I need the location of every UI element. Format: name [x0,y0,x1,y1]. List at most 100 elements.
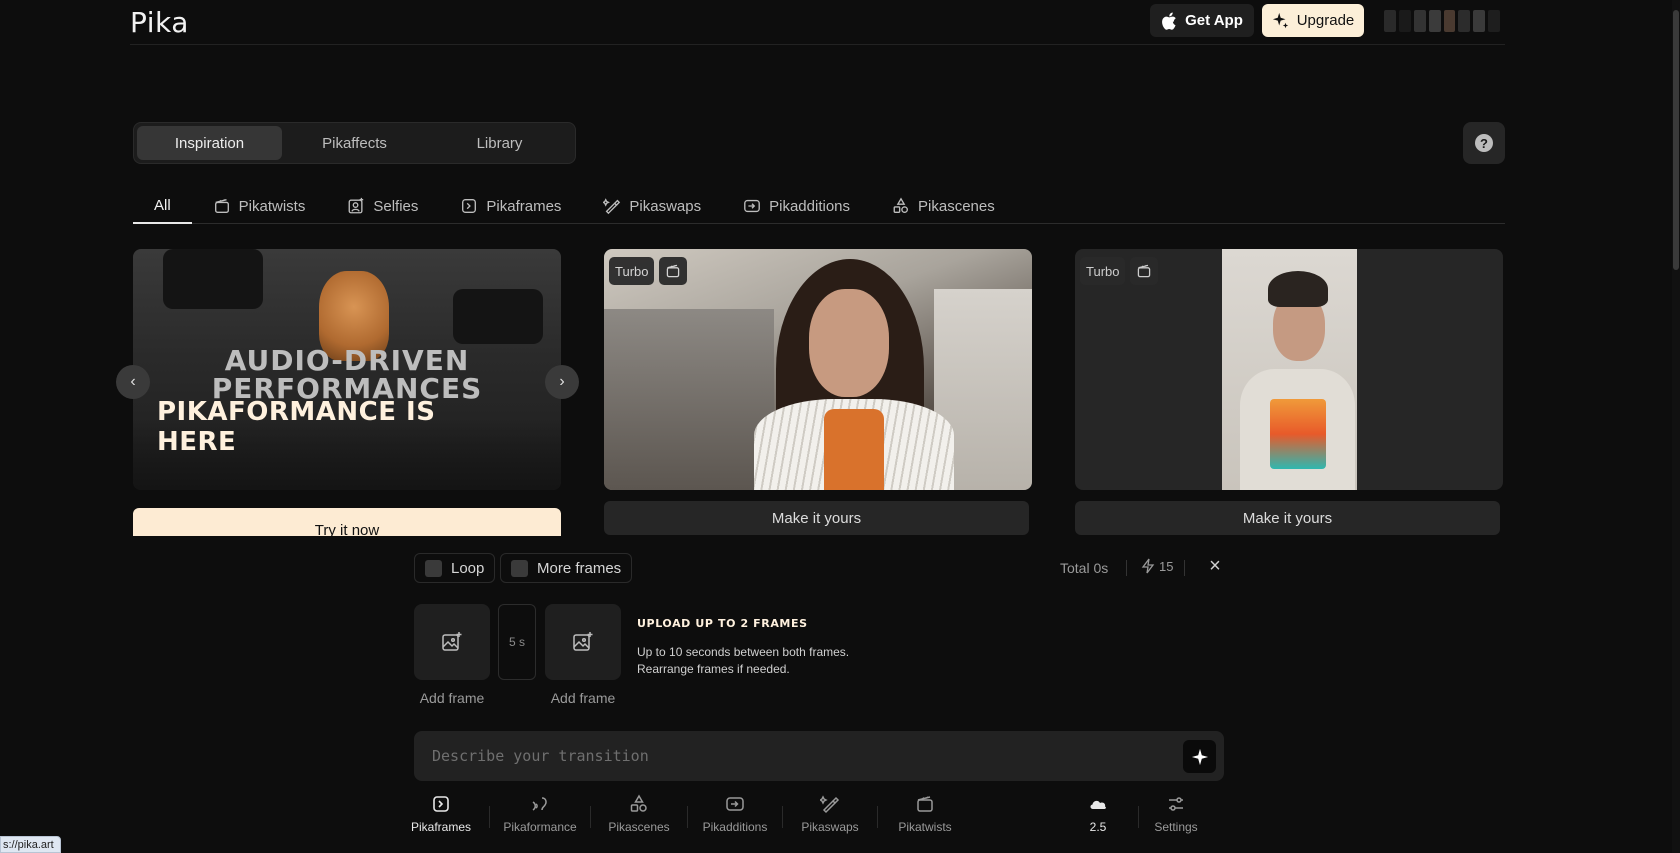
model-selector[interactable]: 2.5 [1068,794,1128,834]
shirt-print [1270,399,1326,469]
clapper-icon [1137,264,1151,278]
person-hair [1268,271,1328,307]
sliders-icon [1169,797,1183,811]
pikatwists-badge [1130,257,1158,285]
banner-title: PIKAFORMANCE IS HERE [157,397,435,457]
help-icon: ? [1475,134,1493,152]
category-pikaframes[interactable]: Pikaframes [439,189,582,223]
help-button[interactable]: ? [1463,122,1505,164]
tool-label: Pikaformance [503,820,577,834]
tool-label: Pikaswaps [801,820,859,834]
sparkle-icon [1191,748,1208,765]
category-label: Pikaswaps [629,197,702,215]
make-it-yours-button[interactable]: Make it yours [604,501,1029,535]
more-frames-toggle[interactable]: More frames [500,553,633,583]
tool-pikatwists[interactable]: Pikatwists [878,794,972,834]
selfie-icon [348,197,364,214]
turbo-badge: Turbo [1080,257,1126,285]
camera-shape [453,289,543,344]
checkbox[interactable] [511,559,528,577]
tool-label: Pikadditions [702,820,768,834]
tab-pikaffects[interactable]: Pikaffects [282,126,427,160]
sparkle-icon [1272,12,1288,28]
category-label: Selfies [373,197,419,215]
tool-label: Pikascenes [608,820,670,834]
upgrade-label: Upgrade [1296,12,1355,29]
checkbox[interactable] [425,559,442,577]
upload-description: Up to 10 seconds between both frames. Re… [637,644,849,678]
divider [1138,806,1139,828]
add-frame-slot-1[interactable] [414,604,490,680]
banner-line: HERE [157,427,237,457]
upload-desc-line: Up to 10 seconds between both frames. [637,645,850,659]
category-all[interactable]: All [133,189,192,224]
upgrade-button[interactable]: Upgrade [1262,4,1364,37]
duration-selector[interactable]: 5 s [498,604,536,680]
chevron-left-icon: ‹ [130,373,136,390]
loop-toggle[interactable]: Loop [414,553,496,583]
add-frame-label: Add frame [550,690,616,706]
divider [1126,560,1127,576]
additions-icon [744,199,760,213]
category-pikaswaps[interactable]: Pikaswaps [582,189,722,223]
category-selfies[interactable]: Selfies [326,189,439,223]
swap-brush-icon [603,198,621,215]
sound-wave-icon [532,797,547,811]
scrollbar-thumb[interactable] [1673,10,1679,270]
camera-shape [163,249,263,309]
more-frames-label: More frames [537,559,622,577]
user-avatar[interactable] [1384,10,1500,32]
lightning-icon [1141,558,1155,574]
carousel-next-button[interactable]: › [545,365,579,399]
example-card[interactable]: Turbo [1075,249,1503,490]
featured-banner[interactable]: AUDIO-DRIVEN PERFORMANCES PIKAFORMANCE I… [133,249,561,490]
add-image-icon [442,632,462,651]
get-app-label: Get App [1185,12,1243,29]
banner-line: PIKAFORMANCE IS [157,397,436,427]
pikatwists-badge [659,257,687,285]
loop-label: Loop [451,559,485,577]
tool-pikadditions[interactable]: Pikadditions [688,794,782,834]
try-it-now-button[interactable]: Try it now [133,508,561,539]
get-app-button[interactable]: Get App [1150,4,1254,37]
upload-title: UPLOAD UP TO 2 FRAMES [637,617,808,630]
swap-brush-icon [820,795,840,814]
tool-label: Pikatwists [898,820,952,834]
additions-icon [726,797,744,811]
model-label: 2.5 [1089,820,1107,834]
category-pikadditions[interactable]: Pikadditions [722,189,871,223]
divider [1184,560,1185,576]
add-image-icon [573,632,593,651]
kitchen-background [604,309,774,490]
make-it-yours-button[interactable]: Make it yours [1075,501,1500,535]
carousel-prev-button[interactable]: ‹ [116,365,150,399]
frames-icon [462,199,477,213]
status-url: s://pika.art [0,836,61,853]
close-icon[interactable]: × [1205,556,1225,576]
frames-icon [433,796,449,812]
category-pikascenes[interactable]: Pikascenes [871,189,1016,223]
main-tabs: Inspiration Pikaffects Library [133,122,576,164]
add-frame-slot-2[interactable] [545,604,621,680]
tab-inspiration[interactable]: Inspiration [137,126,282,160]
category-tabs: All Pikatwists Selfies Pikaframes Pikasw… [133,189,1505,224]
clapper-icon [666,264,680,278]
banner-headline: AUDIO-DRIVEN PERFORMANCES [133,347,561,403]
tool-bar: Pikaframes Pikaformance Pikascenes Pikad… [409,794,1209,834]
tool-pikaframes[interactable]: Pikaframes [409,794,473,834]
total-duration: Total 0s [1060,560,1109,576]
example-card[interactable]: Turbo [604,249,1032,490]
tool-label: Pikaframes [410,820,472,834]
generate-button[interactable] [1183,740,1216,773]
pika-logo[interactable]: Pika [130,6,189,39]
category-pikatwists[interactable]: Pikatwists [192,189,327,223]
prompt-input[interactable]: Describe your transition [414,731,1224,781]
category-label: Pikaframes [486,197,562,215]
tool-pikaformance[interactable]: Pikaformance [492,794,588,834]
tool-pikascenes[interactable]: Pikascenes [591,794,687,834]
tab-library[interactable]: Library [427,126,572,160]
tool-pikaswaps[interactable]: Pikaswaps [783,794,877,834]
settings-button[interactable]: Settings [1143,794,1209,834]
tool-label: Settings [1154,820,1198,834]
shapes-icon [630,794,647,812]
